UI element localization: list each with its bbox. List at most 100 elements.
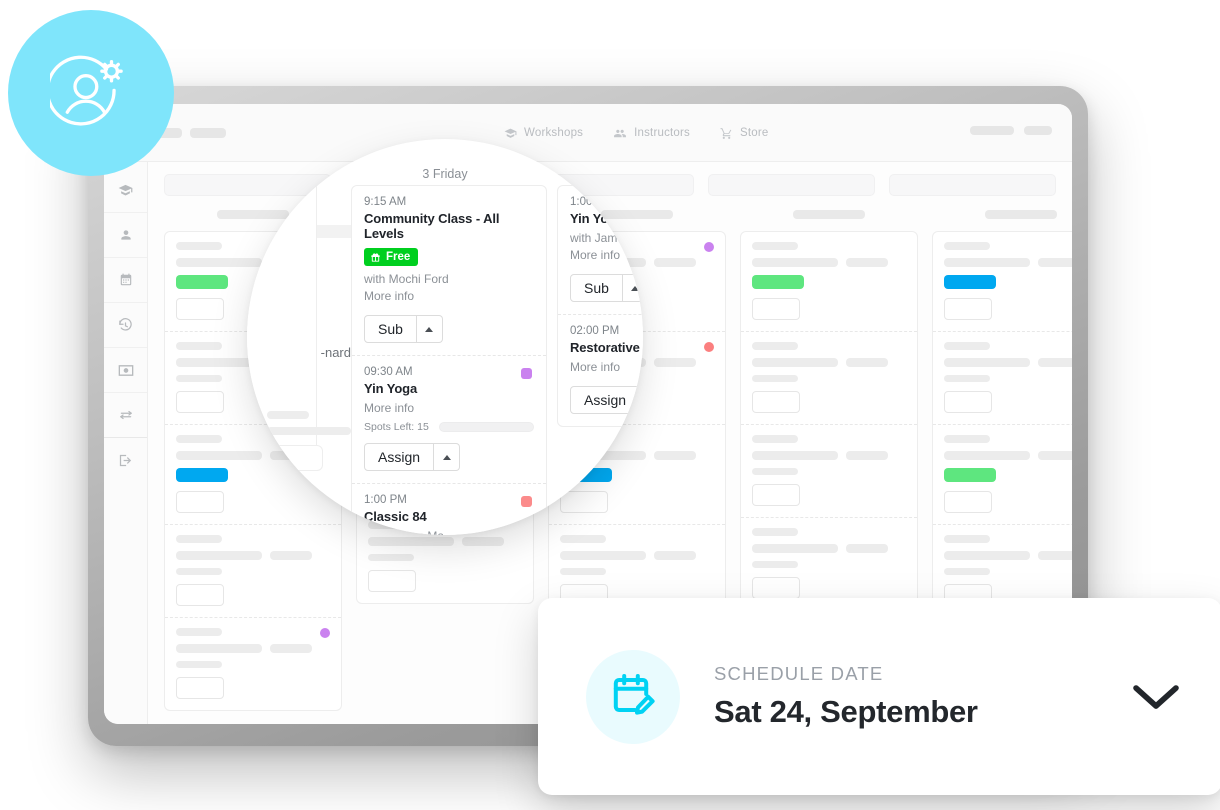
assign-split-button[interactable]: Assign — [364, 443, 461, 472]
title-placeholder — [654, 358, 696, 367]
lens-class-slot[interactable]: 9:15 AM Community Class - All Levels Fre… — [352, 186, 546, 357]
chevron-up-icon[interactable] — [622, 274, 643, 303]
action-button-placeholder[interactable] — [944, 391, 992, 413]
logout-icon — [118, 453, 133, 468]
subtitle-placeholder — [752, 561, 798, 568]
class-slot[interactable] — [933, 425, 1072, 525]
spots-left-label: Spots Left: 15 — [364, 421, 429, 434]
sub-split-button[interactable]: Sub — [364, 315, 443, 344]
nav-item-instructors[interactable]: Instructors — [613, 127, 690, 140]
badge-chip — [944, 468, 996, 482]
sidebar-item-payments[interactable] — [104, 348, 147, 393]
title-placeholder — [462, 537, 504, 546]
title-placeholder — [752, 358, 838, 367]
chevron-up-icon[interactable] — [416, 315, 443, 344]
assign-button[interactable]: Assign — [570, 386, 641, 415]
action-button-placeholder[interactable] — [176, 584, 224, 606]
status-dot — [704, 342, 714, 352]
class-slot[interactable] — [933, 332, 1072, 425]
action-button-placeholder[interactable] — [368, 570, 416, 592]
more-info-link[interactable]: More info — [364, 288, 534, 305]
class-slot[interactable] — [165, 525, 341, 618]
title-placeholder — [752, 451, 838, 460]
sidebar-item-profile[interactable] — [104, 213, 147, 258]
more-info-link[interactable]: More info — [570, 359, 643, 376]
nav-item-workshops[interactable]: Workshops — [504, 127, 583, 140]
badge-chip — [176, 468, 228, 482]
action-button-placeholder[interactable] — [752, 577, 800, 599]
sidebar-item-transfers[interactable] — [104, 393, 147, 438]
header-actions[interactable] — [970, 126, 1052, 135]
sidebar-item-calendar[interactable] — [104, 258, 147, 303]
time-placeholder — [944, 342, 990, 350]
action-button-placeholder[interactable] — [752, 298, 800, 320]
lens-class-slot[interactable]: 02:00 PM Restorative Yin More info Assig… — [558, 315, 643, 426]
action-button-placeholder[interactable] — [176, 491, 224, 513]
class-slot[interactable] — [741, 232, 917, 332]
sub-button[interactable]: Sub — [364, 315, 417, 344]
assign-split-button[interactable]: Assign — [570, 386, 643, 415]
subtitle-placeholder — [752, 468, 798, 475]
action-button-placeholder[interactable] — [176, 677, 224, 699]
title-placeholder — [176, 551, 262, 560]
lens-class-slot[interactable]: 1:00 PM Classic 84 with James Ma More in… — [352, 484, 546, 535]
schedule-date-text: SCHEDULE DATE Sat 24, September — [714, 663, 1130, 730]
time-placeholder — [176, 628, 222, 636]
schedule-date-card[interactable]: SCHEDULE DATE Sat 24, September — [538, 598, 1220, 795]
badge-chip — [176, 275, 228, 289]
schedule-date-label: SCHEDULE DATE — [714, 663, 884, 684]
chevron-up-icon[interactable] — [434, 443, 461, 472]
sidebar-item-logout[interactable] — [104, 438, 147, 483]
nav-item-store[interactable]: Store — [720, 127, 769, 140]
chevron-up-icon[interactable] — [640, 386, 643, 415]
action-button-placeholder[interactable] — [944, 298, 992, 320]
action-button-placeholder[interactable] — [176, 298, 224, 320]
skeleton-bar — [267, 411, 309, 419]
chevron-down-icon[interactable] — [1130, 681, 1182, 713]
time-placeholder — [752, 528, 798, 536]
graduation-cap-icon — [504, 127, 517, 140]
lens-class-slot[interactable]: 1:00 P Yin Yoga with Jame More info Sub — [558, 186, 643, 316]
lens-partial-text: -nard — [320, 345, 351, 360]
subtitle-placeholder — [368, 554, 414, 561]
action-button-placeholder[interactable] — [944, 491, 992, 513]
sub-button[interactable]: Sub — [570, 274, 623, 303]
user-settings-badge — [8, 10, 174, 176]
class-slot[interactable] — [165, 618, 341, 710]
action-button-placeholder[interactable] — [752, 391, 800, 413]
title-placeholder — [846, 544, 888, 553]
title-placeholder — [1038, 358, 1072, 367]
action-button-placeholder[interactable] — [752, 484, 800, 506]
class-time: 09:30 AM — [364, 366, 413, 379]
lens-class-slot[interactable]: 09:30 AM Yin Yoga More info Spots Left: … — [352, 356, 546, 485]
time-placeholder — [944, 435, 990, 443]
more-info-link[interactable]: More info — [570, 247, 643, 264]
title-placeholder — [846, 358, 888, 367]
title-placeholder — [654, 451, 696, 460]
class-slot[interactable] — [741, 425, 917, 518]
class-time: 1:00 PM — [364, 494, 407, 507]
time-placeholder — [944, 242, 990, 250]
class-title: Community Class - All Levels — [364, 211, 500, 241]
subtitle-placeholder — [944, 375, 990, 382]
sub-split-button[interactable]: Sub — [570, 274, 643, 303]
time-placeholder — [560, 535, 606, 543]
time-placeholder — [176, 242, 222, 250]
action-button-placeholder[interactable] — [176, 391, 224, 413]
class-slot[interactable] — [741, 332, 917, 425]
sidebar-item-history[interactable] — [104, 303, 147, 348]
title-placeholder — [654, 551, 696, 560]
title-placeholder — [752, 544, 838, 553]
sidebar-item-workshops[interactable] — [104, 168, 147, 213]
more-info-link[interactable]: More info — [364, 400, 534, 417]
class-time: 1:00 P — [570, 196, 604, 208]
assign-button[interactable]: Assign — [364, 443, 435, 472]
class-time: 02:00 PM — [570, 325, 620, 338]
nav-label-store: Store — [740, 127, 769, 139]
class-time: 9:15 AM — [364, 196, 407, 208]
nav-label-instructors: Instructors — [634, 127, 690, 139]
subtitle-placeholder — [176, 375, 222, 382]
badge-chip — [752, 275, 804, 289]
status-dot — [320, 628, 330, 638]
class-slot[interactable] — [933, 232, 1072, 332]
